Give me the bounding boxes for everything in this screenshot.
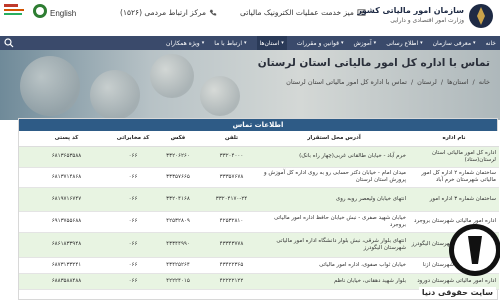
table-cell: ۴۳۴۲۵۲۶۴ (152, 257, 204, 274)
coin-decoration (200, 76, 240, 116)
chevron-down-icon: ▾ (281, 40, 284, 46)
table-cell: ۶۸۱۳۷۱۴۸۶۸ (19, 167, 114, 188)
column-header: آدرس محل استقرار (259, 131, 409, 147)
org-subtitle: وزارت امور اقتصادی و دارایی (390, 17, 464, 24)
chevron-down-icon: ▾ (244, 40, 247, 46)
table-cell: ۴۲۲۲۴۰۱۵ (152, 273, 204, 290)
coin-decoration (150, 54, 194, 98)
nav-item[interactable]: استان‌ها ▾ (256, 36, 287, 50)
table-row: اداره امور مالیاتی شهرستان بروجرد خیابان … (19, 211, 499, 233)
breadcrumb-item: تماس با اداره کل امور مالیاتی استان لرست… (286, 78, 407, 86)
table-cell: ۳۳۲۰۴۰۰۰ (204, 146, 259, 168)
table-cell: ۴۲۵۳۲۸۱۰ (204, 211, 259, 233)
table-cell: ۳۳۲۰۶۲۶۰ (152, 146, 204, 168)
e-service-link[interactable]: میز خدمت عملیات الکترونیک مالیاتی (240, 8, 366, 17)
breadcrumb-item[interactable]: استان‌ها (447, 78, 468, 86)
table-cell: ۰۶۶ (114, 232, 152, 258)
hero-banner: تماس با اداره کل امور مالیاتی استان لرست… (0, 50, 500, 120)
search-icon[interactable] (4, 38, 14, 48)
breadcrumb-item[interactable]: خانه (479, 78, 490, 86)
table-cell: ساختمان شماره ۳ اداره امور (409, 187, 499, 212)
table-cell: اداره کل امور مالیاتی استان لرستان(ستاد) (409, 146, 499, 168)
table-cell: ۶۸۱۹۷۱۶۷۴۷ (19, 187, 114, 212)
table-cell: انتهای بلوار شرقی، نبش بلوار دانشگاه ادا… (259, 232, 409, 258)
table-row: ساختمان شماره ۳ اداره امور انتهای خیابان … (19, 187, 499, 212)
table-cell: ۶۸۸۳۵۸۸۴۸۸ (19, 273, 114, 290)
nav-item[interactable]: خانه (486, 40, 496, 47)
table-cell: ۳۳۲۰۴۱۷۰-۲۴ (204, 187, 259, 212)
table-cell: ۳۳۳۵۷۶۷۸ (204, 167, 259, 188)
table-cell: خیابان شهید صفری - نبش خیابان حافظ اداره… (259, 211, 409, 233)
column-header: کد مخابراتی (114, 131, 152, 147)
page-title: تماس با اداره کل امور مالیاتی استان لرست… (257, 57, 490, 69)
top-header: English مرکز ارتباط مردمی (۱۵۲۶) میز خدم… (0, 0, 500, 36)
table-cell: خیابان ثواب صفوی، اداره امور مالیاتی (259, 257, 409, 274)
table-cell: ۰۶۶ (114, 187, 152, 212)
hotline-link[interactable]: مرکز ارتباط مردمی (۱۵۲۶) (120, 8, 217, 17)
breadcrumb-item[interactable]: لرستان (417, 78, 437, 86)
table-row: اداره امور مالیاتی شهرستان ازناخیابان ثو… (19, 257, 499, 274)
breadcrumb-separator: / (440, 78, 444, 86)
table-cell: ۳۳۳۵۷۶۶۵ (152, 167, 204, 188)
nav-item[interactable]: قوانین و مقررات ▾ (297, 40, 344, 47)
table-cell: ۴۳۳۴۳۷۷۸ (204, 232, 259, 258)
table-cell: میدان امام - خیابان دکتر حسابی رو به روی… (259, 167, 409, 188)
contact-table: نام اداره آدرس محل استقرار تلفن فکس کد مخابر… (19, 131, 499, 290)
table-cell: ۶۸۷۳۱۳۳۲۴۱ (19, 257, 114, 274)
table-cell: ساختمان شماره ۲ اداره کل امور مالیاتی شه… (409, 167, 499, 188)
emblem-icon (469, 4, 493, 28)
org-name: سازمان امور مالیاتی کشور (357, 6, 464, 15)
table-cell: ۰۶۶ (114, 211, 152, 233)
table-cell: ۰۶۶ (114, 146, 152, 168)
column-header: کد پستی (19, 131, 114, 147)
column-header: تلفن (204, 131, 259, 147)
breadcrumb-separator: / (410, 78, 414, 86)
chevron-down-icon: ▾ (473, 40, 476, 46)
table-row: اداره امور مالیاتی شهرستان الیگودرزانتها… (19, 232, 499, 258)
nav-item[interactable]: ارتباط با ما ▾ (214, 40, 246, 47)
table-cell: ۰۶۶ (114, 273, 152, 290)
table-cell: ۴۲۲۲۲۱۲۲ (204, 273, 259, 290)
breadcrumb-separator: / (472, 78, 475, 86)
main-nav: خانه معرفی سازمان ▾ اطلاع رسانی ▾ آموزش ▾ قوانی… (0, 36, 500, 50)
table-cell: ۶۸۶۱۸۳۳۹۴۸ (19, 232, 114, 258)
phone-icon (209, 9, 217, 16)
chevron-down-icon: ▾ (373, 40, 377, 46)
panel-heading: اطلاعات تماس (19, 119, 497, 131)
table-row: اداره کل امور مالیاتی استان لرستان(ستاد)… (19, 146, 499, 168)
table-cell: ۶۸۱۳۶۵۳۵۸۸ (19, 146, 114, 168)
contact-panel: اطلاعات تماس نام اداره آدرس محل استقرار تل… (18, 118, 499, 300)
nav-item[interactable]: ویژه همکاران ▾ (166, 40, 204, 47)
column-header: فکس (152, 131, 204, 147)
nav-item[interactable]: اطلاع رسانی ▾ (386, 40, 422, 47)
org-logo[interactable]: سازمان امور مالیاتی کشور وزارت امور اقتص… (357, 2, 496, 30)
table-cell: ۴۳۴۲۲۳۶۵ (204, 257, 259, 274)
coin-decoration (20, 56, 80, 116)
table-cell: ۶۹۱۳۷۵۵۶۸۸ (19, 211, 114, 233)
table-cell: ۰۶۶ (114, 257, 152, 274)
column-header: نام اداره (409, 131, 499, 147)
table-cell: بلوار شهید دهقانی، خیابان ناظم (259, 273, 409, 290)
chevron-down-icon: ▾ (340, 40, 344, 46)
chevron-down-icon: ▾ (201, 40, 205, 46)
coin-decoration (90, 70, 140, 120)
table-cell: انتهای خیابان ولیعصر روبه روی (259, 187, 409, 212)
chevron-down-icon: ▾ (420, 40, 423, 46)
table-cell: ۴۳۳۴۴۹۹۰ (152, 232, 204, 258)
table-row: ساختمان شماره ۲ اداره کل امور مالیاتی شه… (19, 167, 499, 188)
language-link[interactable]: English (50, 9, 76, 18)
nav-item[interactable]: معرفی سازمان ▾ (433, 40, 476, 47)
watermark-text: سایت حقوقی دنیا (418, 287, 496, 298)
table-cell: ۰۶۶ (114, 167, 152, 188)
table-cell: خرم آباد - خیابان طالقانی غربی(چهار راه … (259, 146, 409, 168)
table-cell: ۳۳۲۰۴۱۶۸ (152, 187, 204, 212)
breadcrumb: خانه / استان‌ها / لرستان / تماس با اداره کل ام… (286, 78, 490, 86)
nav-item[interactable]: آموزش ▾ (353, 40, 376, 47)
table-cell: ۴۲۵۳۲۸۰۹ (152, 211, 204, 233)
left-logo-icon[interactable] (2, 1, 50, 21)
